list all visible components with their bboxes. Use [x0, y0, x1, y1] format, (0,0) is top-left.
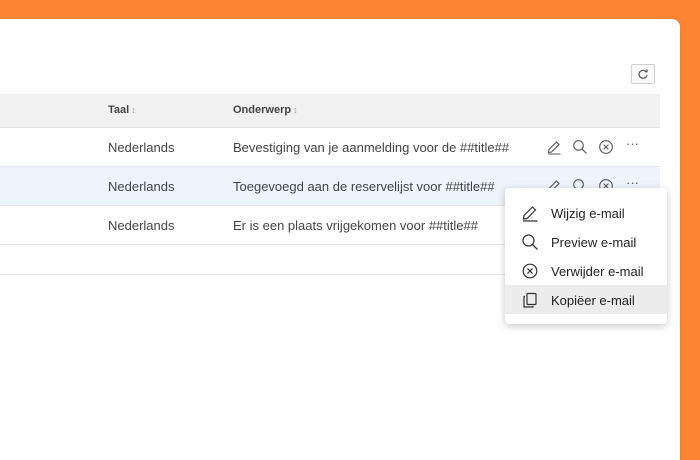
- refresh-icon: [638, 69, 648, 79]
- column-header-subject[interactable]: Onderwerp ↕: [233, 104, 298, 116]
- language-cell: Nederlands: [108, 218, 175, 233]
- sort-icon: ↕: [293, 105, 298, 115]
- menu-item-label: Wijzig e-mail: [551, 206, 625, 221]
- menu-item-label: Verwijder e-mail: [551, 264, 644, 279]
- subject-cell: Bevestiging van je aanmelding voor de ##…: [233, 140, 510, 155]
- menu-item-label: Preview e-mail: [551, 235, 637, 250]
- table-row: Nederlands Bevestiging van je aanmelding…: [0, 128, 660, 167]
- refresh-button[interactable]: [631, 64, 655, 84]
- close-circle-icon: [599, 140, 613, 154]
- subject-cell: Er is een plaats vrijgekomen voor ##titl…: [233, 218, 478, 233]
- pencil-icon: [547, 141, 561, 155]
- column-header-language[interactable]: Taal ↕: [108, 104, 136, 116]
- menu-item-label: Kopiëer e-mail: [551, 293, 635, 308]
- menu-item-edit-email[interactable]: Wijzig e-mail: [505, 198, 667, 227]
- copy-icon: [521, 291, 539, 309]
- more-actions-button[interactable]: ···: [626, 136, 639, 151]
- language-cell: Nederlands: [108, 140, 175, 155]
- menu-item-preview-email[interactable]: Preview e-mail: [505, 227, 667, 256]
- search-icon: [573, 140, 587, 154]
- sort-icon: ↕: [131, 105, 136, 115]
- delete-button[interactable]: [598, 139, 614, 155]
- language-cell: Nederlands: [108, 179, 175, 194]
- preview-button[interactable]: [572, 139, 588, 155]
- table-header: Taal ↕ Onderwerp ↕: [0, 94, 660, 128]
- menu-item-copy-email[interactable]: Kopiëer e-mail: [505, 285, 667, 314]
- close-circle-icon: [521, 262, 539, 280]
- search-icon: [521, 233, 539, 251]
- pencil-icon: [521, 204, 539, 222]
- edit-button[interactable]: [546, 139, 562, 155]
- menu-item-delete-email[interactable]: Verwijder e-mail: [505, 256, 667, 285]
- subject-cell: Toegevoegd aan de reservelijst voor ##ti…: [233, 179, 495, 194]
- row-context-menu: Wijzig e-mail Preview e-mail Verwijder e…: [505, 188, 667, 324]
